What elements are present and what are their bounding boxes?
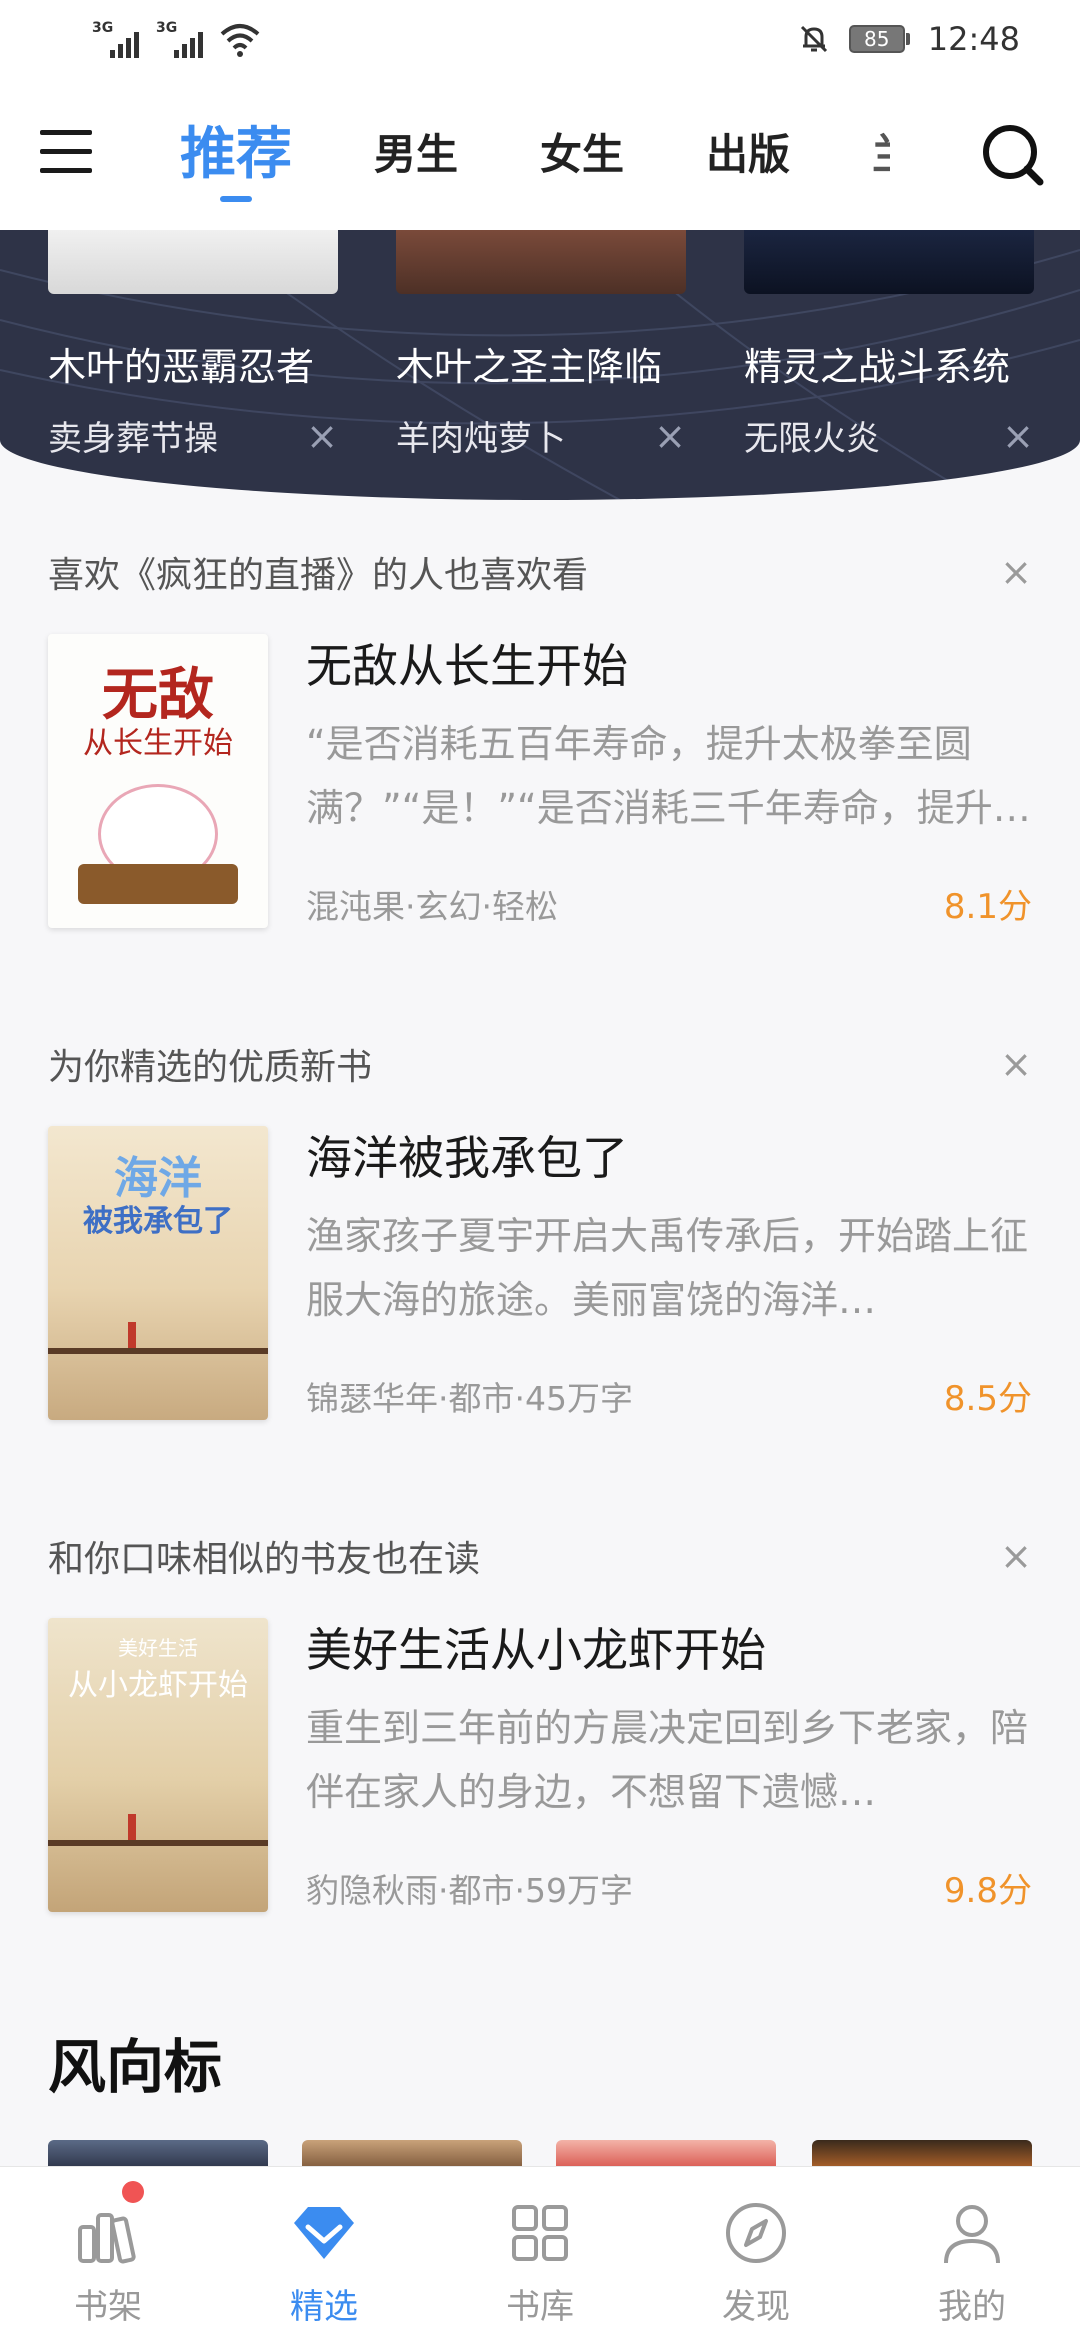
section-title: 和你口味相似的书友也在读 (48, 1539, 481, 1580)
banner-book-title: 精灵之战斗系统 (744, 345, 1011, 389)
banner-book-title: 木叶之圣主降临 (396, 345, 663, 389)
book-cover: 无敌 从长生开始 (48, 634, 268, 928)
book-card[interactable]: 海洋 被我承包了 海洋被我承包了 渔家孩子夏宇开启大禹传承后，开始踏上征服大海的… (48, 1126, 1032, 1420)
profile-icon (944, 2205, 1000, 2264)
book-meta: 豹隐秋雨·都市·59万字 (306, 1871, 633, 1910)
notification-badge (122, 2181, 144, 2203)
status-right: 85 12:48 (797, 20, 1020, 58)
book-meta: 混沌果·玄幻·轻松 (306, 887, 558, 926)
top-nav: 推荐 男生 女生 出版 兰 (0, 84, 1080, 230)
tab-more[interactable]: 兰 (872, 114, 890, 196)
recommend-section: 和你口味相似的书友也在读 × 美好生活 从小龙虾开始 美好生活从小龙虾开始 重生… (48, 1528, 1032, 1912)
grid-icon (512, 2205, 568, 2261)
wifi-icon (220, 24, 260, 57)
close-icon[interactable]: × (1000, 1534, 1032, 1578)
bell-muted-icon (800, 25, 827, 53)
book-score: 8.5分 (943, 1379, 1032, 1419)
tab-female[interactable]: 女生 (540, 114, 624, 196)
close-icon[interactable]: × (654, 414, 686, 458)
book-title: 海洋被我承包了 (306, 1131, 628, 1185)
section-title: 为你精选的优质新书 (48, 1047, 373, 1088)
channel-tabs: 推荐 男生 女生 出版 兰 (180, 114, 890, 202)
banner-book-title: 木叶的恶霸忍者 (48, 345, 315, 389)
clock: 12:48 (927, 20, 1020, 58)
compass-icon (726, 2203, 786, 2263)
book-cover: 美好生活 从小龙虾开始 (48, 1618, 268, 1912)
tab-male[interactable]: 男生 (374, 114, 458, 196)
book-title: 美好生活从小龙虾开始 (306, 1623, 766, 1677)
cover-subtitle: 被我承包了 (83, 1204, 233, 1239)
book-meta: 锦瑟华年·都市·45万字 (306, 1379, 633, 1418)
recommend-section: 喜欢《疯狂的直播》的人也喜欢看 × 无敌 从长生开始 无敌从长生开始 “是否消耗… (48, 544, 1032, 928)
banner-book[interactable]: 木叶的恶霸忍者 卖身葬节操 × (48, 230, 338, 460)
book-description: 渔家孩子夏宇开启大禹传承后，开始踏上征服大海的旅途。美丽富饶的海洋… (306, 1214, 1029, 1322)
tab-published[interactable]: 出版 (706, 114, 790, 196)
tab-bookshelf[interactable]: 书架 (0, 2167, 216, 2340)
status-bar: 3G 3G 85 12:48 (0, 0, 1080, 84)
banner-book-author: 无限火炎 (744, 419, 880, 459)
close-icon[interactable]: × (306, 414, 338, 458)
battery-icon: 85 (848, 25, 910, 53)
book-score: 9.8分 (943, 1871, 1032, 1911)
tab-recommend[interactable]: 推荐 (180, 114, 292, 202)
banner-book[interactable]: 精灵之战斗系统 无限火炎 × (744, 230, 1034, 460)
book-card[interactable]: 无敌 从长生开始 无敌从长生开始 “是否消耗五百年寿命，提升太极拳至圆满？”“是… (48, 634, 1032, 928)
diamond-icon (294, 2207, 354, 2259)
banner-book-author: 卖身葬节操 (48, 419, 218, 459)
bottom-tab-bar: 书架 精选 书库 发现 我的 (0, 2166, 1080, 2340)
book-title: 无敌从长生开始 (306, 639, 628, 693)
tab-label: 书架 (74, 2287, 142, 2327)
trend-section-title: 风向标 (48, 2033, 223, 2101)
signal-icon: 3G (92, 20, 144, 58)
bookshelf-icon (78, 2213, 136, 2264)
close-icon[interactable]: × (1002, 414, 1034, 458)
close-icon[interactable]: × (1000, 1042, 1032, 1086)
book-cover (396, 230, 686, 294)
menu-icon[interactable] (40, 130, 92, 182)
cover-title: 美好生活 (118, 1636, 198, 1660)
featured-banner: 木叶的恶霸忍者 卖身葬节操 × 木叶之圣主降临 羊肉炖萝卜 × 精灵之战斗系统 … (0, 230, 1080, 500)
search-icon[interactable] (978, 122, 1046, 190)
tab-profile[interactable]: 我的 (864, 2167, 1080, 2340)
book-cover (48, 230, 338, 294)
book-description: 重生到三年前的方晨决定回到乡下老家，陪伴在家人的身边，不想留下遗憾… (306, 1706, 1029, 1814)
tab-label: 我的 (938, 2287, 1006, 2327)
tab-featured[interactable]: 精选 (216, 2167, 432, 2340)
signal-icon: 3G (156, 20, 208, 58)
tab-label: 精选 (290, 2287, 358, 2327)
tab-label: 书库 (506, 2287, 574, 2327)
banner-book[interactable]: 木叶之圣主降临 羊肉炖萝卜 × (396, 230, 686, 460)
tab-label: 发现 (722, 2287, 790, 2327)
banner-book-author: 羊肉炖萝卜 (396, 419, 566, 459)
tab-library[interactable]: 书库 (432, 2167, 648, 2340)
section-title: 喜欢《疯狂的直播》的人也喜欢看 (48, 555, 589, 596)
close-icon[interactable]: × (1000, 550, 1032, 594)
book-score: 8.1分 (943, 887, 1032, 927)
recommend-section: 为你精选的优质新书 × 海洋 被我承包了 海洋被我承包了 渔家孩子夏宇开启大禹传… (48, 1036, 1032, 1420)
book-card[interactable]: 美好生活 从小龙虾开始 美好生活从小龙虾开始 重生到三年前的方晨决定回到乡下老家… (48, 1618, 1032, 1912)
cover-subtitle: 从小龙虾开始 (68, 1668, 248, 1703)
book-cover: 海洋 被我承包了 (48, 1126, 268, 1420)
status-left: 3G 3G (92, 20, 260, 58)
battery-level: 85 (848, 25, 905, 53)
cover-subtitle: 从长生开始 (83, 726, 233, 761)
tab-discover[interactable]: 发现 (648, 2167, 864, 2340)
book-description: “是否消耗五百年寿命，提升太极拳至圆满？”“是！”“是否消耗三千年寿命，提升… (306, 722, 1031, 830)
book-cover (744, 230, 1034, 294)
